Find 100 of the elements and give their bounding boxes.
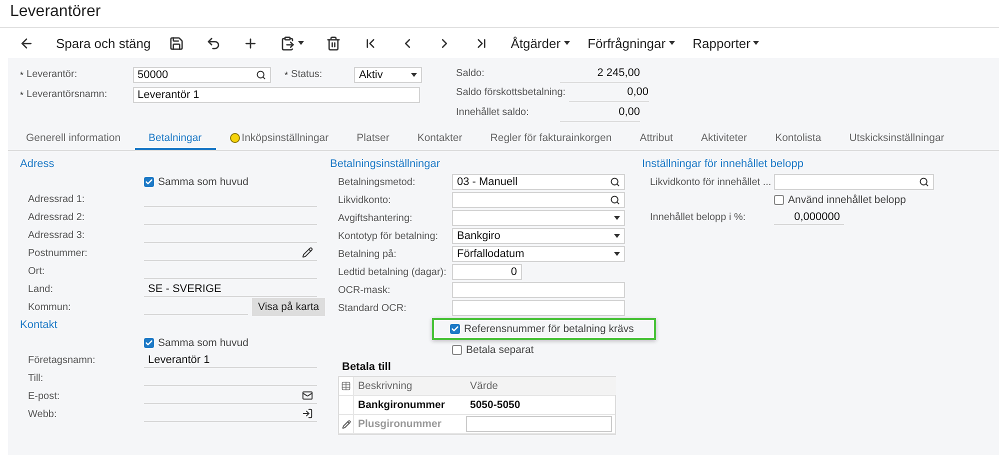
- number-field[interactable]: 0: [452, 264, 522, 280]
- field-label: Kontotyp för betalning:: [338, 230, 440, 242]
- select-field[interactable]: Förfallodatum: [452, 246, 625, 262]
- caret-icon: [614, 216, 620, 220]
- tab[interactable]: Kontolista: [761, 128, 836, 150]
- tab[interactable]: Regler för fakturainkorgen: [476, 128, 626, 150]
- input-field[interactable]: [144, 246, 317, 260]
- field-label: Ort:: [28, 266, 46, 276]
- select-field[interactable]: Bankgiro: [452, 228, 625, 244]
- field-value: 0: [510, 266, 517, 278]
- undo-icon: [206, 36, 221, 50]
- map-button[interactable]: Visa på karta: [252, 298, 326, 316]
- tab[interactable]: Betalningar: [134, 128, 216, 150]
- caret-icon: [753, 41, 760, 45]
- menu-button[interactable]: Åtgärder: [502, 29, 579, 57]
- field-label: Adressrad 2:: [28, 212, 86, 222]
- field-label: Likvidkonto:: [338, 194, 392, 206]
- select-field[interactable]: [452, 210, 625, 226]
- field-value: Aktiv: [359, 68, 383, 80]
- input-field[interactable]: Leverantör 1: [144, 352, 317, 368]
- field-value: SE - SVERIGE: [148, 282, 222, 294]
- tab[interactable]: Generell information: [12, 128, 135, 150]
- page-title: Leverantörer: [0, 0, 999, 28]
- caret-icon: [668, 41, 675, 45]
- save-close-button[interactable]: Spara och stäng: [47, 29, 160, 57]
- field-label: Adressrad 1:: [28, 194, 86, 204]
- field-label: Standard OCR:: [338, 302, 408, 314]
- checkbox[interactable]: [774, 194, 784, 204]
- number-field[interactable]: 0,000000: [774, 210, 844, 224]
- back-icon: [19, 36, 34, 50]
- field-label: Ledtid betalning (dagar):: [338, 266, 448, 278]
- search-icon: [919, 177, 930, 187]
- field-label: Postnummer:: [28, 248, 88, 258]
- field-label: Innehållet saldo:: [456, 106, 530, 118]
- field-label: Land:: [28, 284, 54, 294]
- tab[interactable]: Attribut: [626, 128, 687, 150]
- lookup-field[interactable]: [774, 174, 934, 190]
- lookup-field[interactable]: 50000: [132, 66, 271, 82]
- caret-icon: [411, 72, 418, 76]
- summary-value: 0,00: [560, 102, 640, 122]
- field-label: Leverantörsnamn:: [26, 89, 108, 100]
- input-field[interactable]: SE - SVERIGE: [144, 282, 317, 296]
- field-label: Innehållet belopp i %:: [650, 212, 747, 222]
- search-icon: [610, 195, 620, 205]
- table-cell-text: Bankgironummer: [357, 398, 446, 413]
- lookup-field[interactable]: [452, 192, 625, 208]
- field-label: Kommun:: [28, 302, 72, 312]
- section-title: Adress: [20, 157, 56, 172]
- menu-button[interactable]: Förfrågningar: [578, 29, 684, 57]
- section-title: Betalningsinställningar: [330, 157, 442, 172]
- field-label: Saldo förskottsbetalning:: [456, 87, 567, 98]
- link-out-icon: [302, 408, 313, 419]
- input-field[interactable]: [466, 416, 612, 432]
- field-value: Förfallodatum: [457, 248, 524, 260]
- input-field[interactable]: [452, 282, 625, 298]
- select-field[interactable]: Aktiv: [354, 66, 422, 82]
- required-marker: *: [284, 70, 288, 80]
- checkbox[interactable]: [144, 338, 154, 348]
- input-field[interactable]: [452, 300, 625, 316]
- tab[interactable]: Inköpsinställningar: [216, 128, 343, 150]
- column-header[interactable]: Värde: [466, 377, 616, 395]
- caret-icon: [614, 252, 620, 256]
- field-value: Bankgiro: [457, 230, 500, 242]
- input-field[interactable]: [144, 388, 317, 404]
- field-value: 0,000000: [794, 210, 840, 222]
- field-label: Betalningsmetod:: [338, 176, 416, 188]
- caret-icon: [564, 41, 570, 45]
- tab[interactable]: Aktiviteter: [686, 128, 762, 150]
- checkbox[interactable]: [452, 344, 462, 354]
- field-label: OCR-mask:: [338, 284, 392, 296]
- checkbox-label: Samma som huvud: [158, 176, 248, 188]
- field-value: Leverantör 1: [138, 88, 200, 100]
- field-label: Betalning på:: [338, 248, 398, 260]
- input-field[interactable]: [144, 406, 317, 422]
- field-label: Status:: [291, 69, 324, 80]
- lookup-field[interactable]: 03 - Manuell: [452, 174, 625, 190]
- checkbox-label: Samma som huvud: [158, 336, 248, 348]
- pencil-icon: [342, 420, 350, 428]
- tab[interactable]: Utskicksinställningar: [835, 128, 958, 150]
- input-field[interactable]: Leverantör 1: [132, 86, 420, 102]
- mail-icon: [302, 390, 313, 401]
- search-icon: [610, 177, 620, 187]
- search-icon: [256, 70, 266, 80]
- clipboard-icon: [280, 36, 295, 50]
- checkbox[interactable]: [450, 324, 460, 334]
- checkbox-label: Referensnummer för betalning krävs: [464, 323, 634, 335]
- save-icon: [168, 36, 184, 50]
- menu-button[interactable]: Rapporter: [684, 29, 768, 57]
- checkbox[interactable]: [144, 176, 154, 186]
- field-label: Saldo:: [456, 68, 486, 80]
- required-marker: *: [20, 90, 24, 100]
- tab[interactable]: Kontakter: [403, 128, 476, 150]
- add-icon: [242, 36, 258, 50]
- column-header[interactable]: Beskrivning: [354, 377, 466, 395]
- table-cell-text: Plusgironummer: [357, 417, 442, 432]
- pencil-icon: [302, 247, 313, 258]
- field-label: E-post:: [28, 390, 61, 402]
- grid-title: Betala till: [342, 361, 391, 373]
- tab[interactable]: Platser: [342, 128, 404, 150]
- delete-icon: [326, 36, 341, 50]
